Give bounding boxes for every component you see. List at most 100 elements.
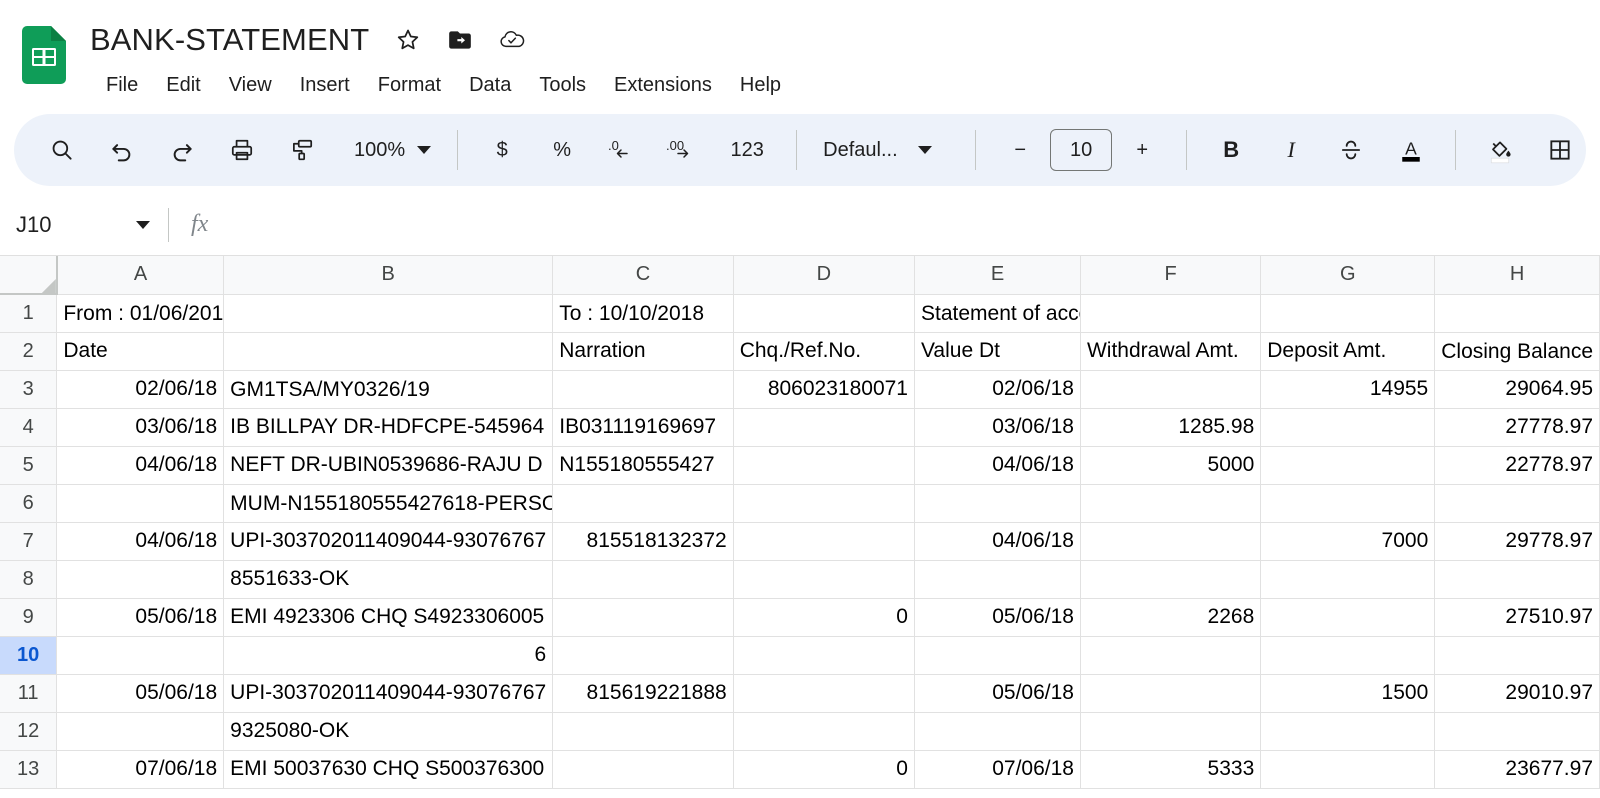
cell-A2[interactable]: Date xyxy=(56,332,225,371)
cell-E6[interactable] xyxy=(914,484,1081,523)
row-header-13[interactable]: 13 xyxy=(0,750,58,789)
cell-A3[interactable]: 02/06/18 xyxy=(56,370,225,409)
cell-C6[interactable] xyxy=(552,484,734,523)
menu-edit[interactable]: Edit xyxy=(152,69,214,101)
cell-H8[interactable] xyxy=(1434,560,1600,599)
google-sheets-logo[interactable] xyxy=(22,26,66,84)
cell-F3[interactable] xyxy=(1080,370,1262,409)
cell-H7[interactable]: 29778.97 xyxy=(1434,522,1600,561)
cell-H2[interactable]: Closing Balance xyxy=(1434,332,1600,371)
document-title[interactable]: BANK-STATEMENT xyxy=(90,22,369,58)
cell-H3[interactable]: 29064.95 xyxy=(1434,370,1600,409)
cell-B6[interactable]: MUM-N155180555427618-PERSONAL xyxy=(223,484,554,523)
cell-B8[interactable]: 8551633-OK xyxy=(223,560,554,599)
column-header-b[interactable]: B xyxy=(223,256,554,295)
cell-G8[interactable] xyxy=(1260,560,1436,599)
cell-F12[interactable] xyxy=(1080,712,1262,751)
menu-format[interactable]: Format xyxy=(364,69,455,101)
cell-F10[interactable] xyxy=(1080,636,1262,675)
row-header-5[interactable]: 5 xyxy=(0,446,58,485)
cell-H4[interactable]: 27778.97 xyxy=(1434,408,1600,447)
cell-E5[interactable]: 04/06/18 xyxy=(914,446,1081,485)
row-header-4[interactable]: 4 xyxy=(0,408,58,447)
cell-E3[interactable]: 02/06/18 xyxy=(914,370,1081,409)
cell-C9[interactable] xyxy=(552,598,734,637)
italic-button[interactable]: I xyxy=(1268,127,1314,173)
cell-E7[interactable]: 04/06/18 xyxy=(914,522,1081,561)
cell-D1[interactable] xyxy=(733,294,915,333)
cell-C3[interactable] xyxy=(552,370,734,409)
cell-C13[interactable] xyxy=(552,750,734,789)
cell-G4[interactable] xyxy=(1260,408,1436,447)
cell-D2[interactable]: Chq./Ref.No. xyxy=(733,332,915,371)
column-header-e[interactable]: E xyxy=(914,256,1081,295)
row-header-1[interactable]: 1 xyxy=(0,294,58,333)
row-header-2[interactable]: 2 xyxy=(0,332,58,371)
print-icon[interactable] xyxy=(219,127,265,173)
borders-icon[interactable] xyxy=(1537,127,1583,173)
cell-H12[interactable] xyxy=(1434,712,1600,751)
cell-F6[interactable] xyxy=(1080,484,1262,523)
cell-H11[interactable]: 29010.97 xyxy=(1434,674,1600,713)
cell-A1[interactable]: From : 01/06/2018 xyxy=(56,294,225,333)
cell-A4[interactable]: 03/06/18 xyxy=(56,408,225,447)
font-family-selector[interactable]: Defaul... xyxy=(811,132,961,168)
cell-F5[interactable]: 5000 xyxy=(1080,446,1262,485)
cell-A12[interactable] xyxy=(56,712,225,751)
row-header-11[interactable]: 11 xyxy=(0,674,58,713)
cell-E4[interactable]: 03/06/18 xyxy=(914,408,1081,447)
fill-color-icon[interactable] xyxy=(1477,127,1523,173)
cell-B4[interactable]: IB BILLPAY DR-HDFCPE-545964 xyxy=(223,408,554,447)
cell-C11[interactable]: 815619221888 xyxy=(552,674,734,713)
cell-H6[interactable] xyxy=(1434,484,1600,523)
menu-view[interactable]: View xyxy=(215,69,286,101)
cell-H9[interactable]: 27510.97 xyxy=(1434,598,1600,637)
cell-D10[interactable] xyxy=(733,636,915,675)
zoom-control[interactable]: 100% xyxy=(342,132,443,168)
column-header-f[interactable]: F xyxy=(1080,256,1262,295)
cell-A8[interactable] xyxy=(56,560,225,599)
cloud-saved-icon[interactable] xyxy=(499,27,525,53)
paint-format-icon[interactable] xyxy=(279,127,325,173)
cell-F9[interactable]: 2268 xyxy=(1080,598,1262,637)
row-header-8[interactable]: 8 xyxy=(0,560,58,599)
cell-G7[interactable]: 7000 xyxy=(1260,522,1436,561)
cell-G5[interactable] xyxy=(1260,446,1436,485)
menu-tools[interactable]: Tools xyxy=(525,69,600,101)
cell-B7[interactable]: UPI-303702011409044-93076767 xyxy=(223,522,554,561)
cell-C8[interactable] xyxy=(552,560,734,599)
cell-C4[interactable]: IB031119169697 xyxy=(552,408,734,447)
row-header-6[interactable]: 6 xyxy=(0,484,58,523)
cell-C5[interactable]: N155180555427 xyxy=(552,446,734,485)
cell-H13[interactable]: 23677.97 xyxy=(1434,750,1600,789)
cell-A11[interactable]: 05/06/18 xyxy=(56,674,225,713)
cell-F8[interactable] xyxy=(1080,560,1262,599)
cell-B2[interactable] xyxy=(223,332,554,371)
cell-F7[interactable] xyxy=(1080,522,1262,561)
cell-G6[interactable] xyxy=(1260,484,1436,523)
cell-F1[interactable] xyxy=(1080,294,1262,333)
move-to-folder-icon[interactable] xyxy=(447,27,473,53)
select-all-corner[interactable] xyxy=(0,256,58,295)
spreadsheet-grid[interactable]: ABCDEFGH 1 From : 01/06/2018 To : 10/10/20… xyxy=(0,256,1600,796)
cell-D4[interactable] xyxy=(733,408,915,447)
cell-G13[interactable] xyxy=(1260,750,1436,789)
formula-input[interactable] xyxy=(226,194,1600,255)
cell-E1[interactable]: Statement of account xyxy=(914,294,1081,333)
column-header-g[interactable]: G xyxy=(1260,256,1436,295)
cell-C10[interactable] xyxy=(552,636,734,675)
cell-G11[interactable]: 1500 xyxy=(1260,674,1436,713)
cell-H5[interactable]: 22778.97 xyxy=(1434,446,1600,485)
font-size-input[interactable]: 10 xyxy=(1050,129,1113,171)
cell-G3[interactable]: 14955 xyxy=(1260,370,1436,409)
row-header-7[interactable]: 7 xyxy=(0,522,58,561)
cell-B10[interactable]: 6 xyxy=(223,636,554,675)
text-color-button[interactable]: A xyxy=(1388,127,1434,173)
cell-G2[interactable]: Deposit Amt. xyxy=(1260,332,1436,371)
cell-A13[interactable]: 07/06/18 xyxy=(56,750,225,789)
cell-B1[interactable] xyxy=(223,294,554,333)
cell-A10[interactable] xyxy=(56,636,225,675)
cell-D11[interactable] xyxy=(733,674,915,713)
cell-A7[interactable]: 04/06/18 xyxy=(56,522,225,561)
cell-E12[interactable] xyxy=(914,712,1081,751)
